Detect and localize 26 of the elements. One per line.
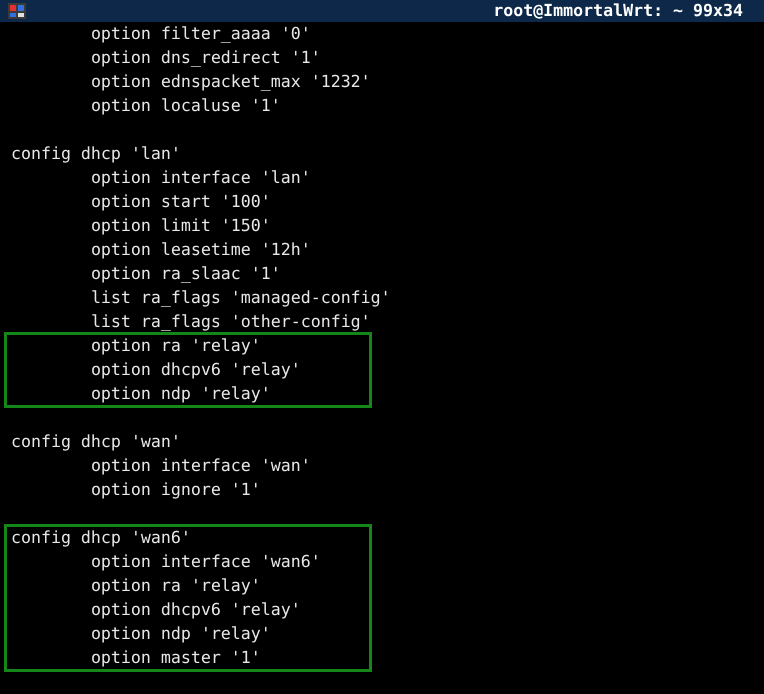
config-line: list ra_flags 'managed-config' (90, 287, 392, 309)
config-line: option dns_redirect '1' (90, 47, 322, 69)
config-line: option localuse '1' (90, 95, 282, 117)
config-line: option dhcpv6 'relay' (90, 359, 302, 381)
config-line: config dhcp 'lan' (11, 143, 182, 165)
config-line: option ednspacket_max '1232' (90, 71, 372, 93)
config-line: option ra 'relay' (90, 335, 262, 357)
window-title: root@ImmortalWrt: ~ 99x34 (493, 2, 743, 20)
config-line: list ra_flags 'other-config' (90, 311, 372, 333)
config-line: option ra_slaac '1' (90, 263, 282, 285)
config-line: config dhcp 'wan6' (11, 527, 192, 549)
config-line: option start '100' (90, 191, 272, 213)
config-line: config dhcp 'wan' (11, 431, 182, 453)
config-line: option interface 'wan6' (90, 551, 322, 573)
config-line: option interface 'wan' (90, 455, 312, 477)
config-line: option ignore '1' (90, 479, 262, 501)
config-line: option leasetime '12h' (90, 239, 312, 261)
config-line: option interface 'lan' (90, 167, 312, 189)
config-line: option filter_aaaa '0' (90, 23, 312, 45)
config-line: option ndp 'relay' (90, 383, 272, 405)
terminal-icon[interactable] (8, 3, 26, 19)
config-line: option master '1' (90, 647, 262, 669)
config-line: option ra 'relay' (90, 575, 262, 597)
config-line: option dhcpv6 'relay' (90, 599, 302, 621)
config-line: option ndp 'relay' (90, 623, 272, 645)
config-line: option limit '150' (90, 215, 272, 237)
